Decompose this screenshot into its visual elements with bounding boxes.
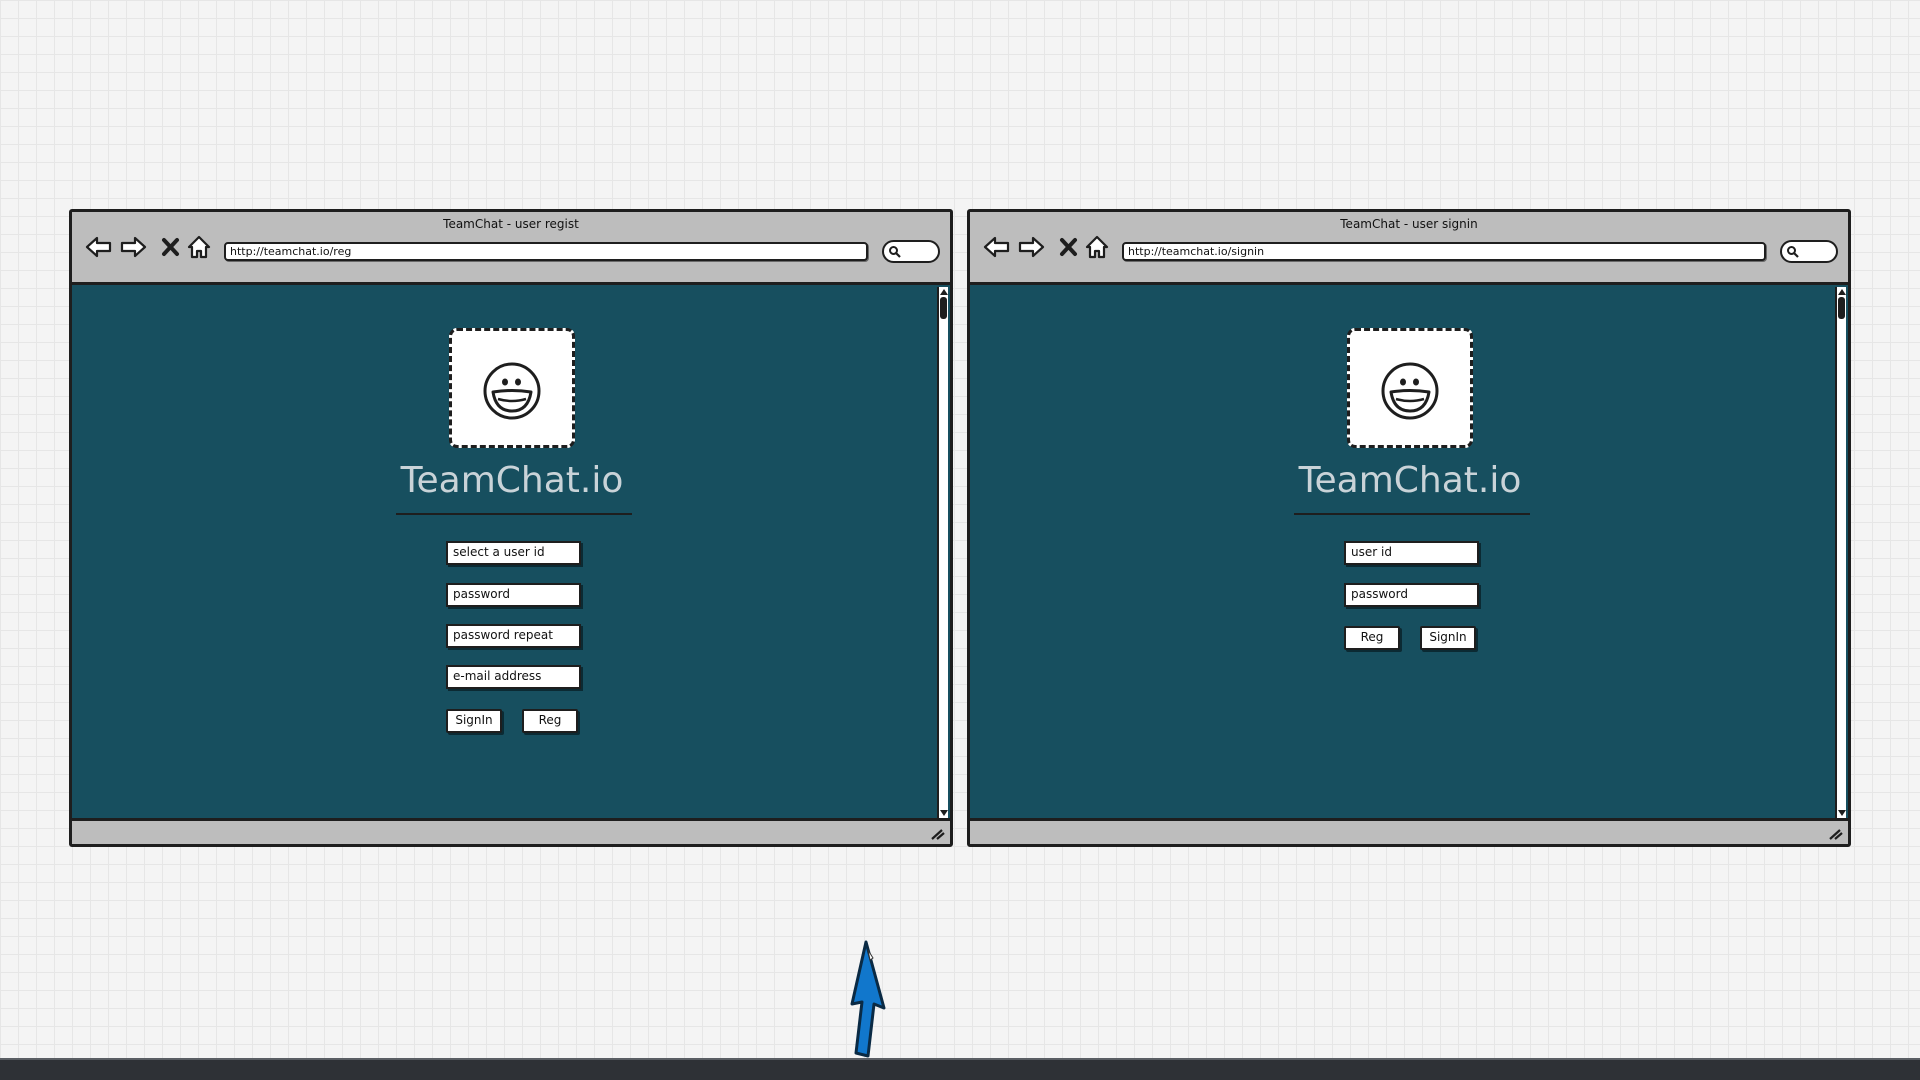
- browser-window-signin: TeamChat - user signin http://teamchat.i…: [967, 209, 1851, 847]
- scroll-down-arrow-icon[interactable]: [1838, 810, 1846, 816]
- home-icon[interactable]: [1082, 232, 1112, 262]
- password-repeat-field[interactable]: password repeat: [446, 624, 581, 648]
- scroll-down-arrow-icon[interactable]: [940, 810, 948, 816]
- user-id-field[interactable]: user id: [1344, 541, 1479, 565]
- logo-image: [1347, 328, 1473, 448]
- password-field[interactable]: password: [1344, 583, 1479, 607]
- page-content: TeamChat.io select a user id password pa…: [72, 282, 950, 821]
- smiley-face-icon: [483, 362, 541, 420]
- window-title: TeamChat - user regist: [443, 217, 579, 231]
- signin-button[interactable]: SignIn: [446, 709, 502, 733]
- vertical-scrollbar[interactable]: [1835, 287, 1846, 818]
- back-arrow-icon[interactable]: [982, 232, 1012, 262]
- search-box[interactable]: [1780, 240, 1838, 263]
- window-title: TeamChat - user signin: [1340, 217, 1478, 231]
- search-box[interactable]: [882, 240, 940, 263]
- scroll-up-arrow-icon[interactable]: [1838, 289, 1846, 295]
- url-bar[interactable]: http://teamchat.io/signin: [1122, 242, 1766, 261]
- logo-image: [449, 328, 575, 448]
- user-id-field[interactable]: select a user id: [446, 541, 581, 565]
- page-content: TeamChat.io user id password Reg SignIn: [970, 282, 1848, 821]
- resize-grip-icon[interactable]: [1828, 827, 1844, 841]
- brand-title: TeamChat.io: [1298, 460, 1522, 501]
- email-field[interactable]: e-mail address: [446, 665, 581, 689]
- forward-arrow-icon[interactable]: [118, 232, 148, 262]
- forward-arrow-icon[interactable]: [1016, 232, 1046, 262]
- brand-underline: [396, 513, 632, 515]
- browser-window-registration: TeamChat - user regist http://teamchat.i…: [69, 209, 953, 847]
- scroll-thumb[interactable]: [940, 297, 947, 319]
- mouse-pointer-icon: [850, 940, 886, 1058]
- url-bar[interactable]: http://teamchat.io/reg: [224, 242, 868, 261]
- bottom-toolbar: [0, 1058, 1920, 1080]
- reg-button[interactable]: Reg: [522, 709, 578, 733]
- smiley-face-icon: [1381, 362, 1439, 420]
- brand-underline: [1294, 513, 1530, 515]
- scroll-thumb[interactable]: [1838, 297, 1845, 319]
- home-icon[interactable]: [184, 232, 214, 262]
- close-icon[interactable]: [1054, 232, 1084, 262]
- reg-button[interactable]: Reg: [1344, 626, 1400, 650]
- vertical-scrollbar[interactable]: [937, 287, 948, 818]
- resize-grip-icon[interactable]: [930, 827, 946, 841]
- close-icon[interactable]: [156, 232, 186, 262]
- back-arrow-icon[interactable]: [84, 232, 114, 262]
- brand-title: TeamChat.io: [400, 460, 624, 501]
- search-icon: [889, 246, 901, 258]
- scroll-up-arrow-icon[interactable]: [940, 289, 948, 295]
- password-field[interactable]: password: [446, 583, 581, 607]
- signin-button[interactable]: SignIn: [1420, 626, 1476, 650]
- search-icon: [1787, 246, 1799, 258]
